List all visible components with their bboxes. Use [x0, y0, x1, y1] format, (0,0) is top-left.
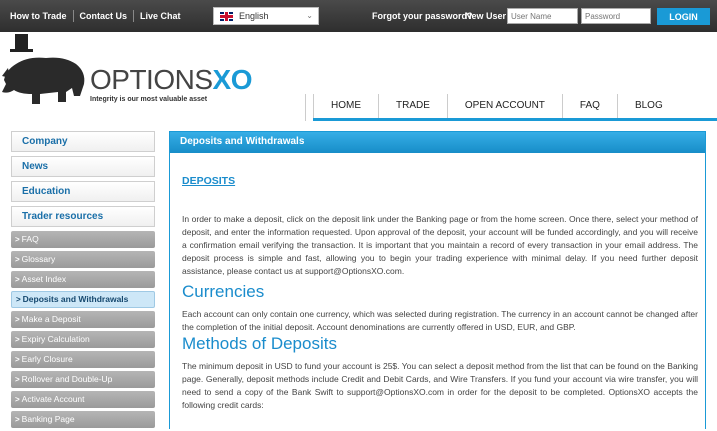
chevron-right-icon: >	[15, 235, 20, 244]
nav-trade[interactable]: TRADE	[378, 94, 447, 118]
sidebar-sub-label: Rollover and Double-Up	[21, 374, 113, 384]
nav-faq[interactable]: FAQ	[561, 94, 617, 118]
sidebar-sub-label: Deposits and Withdrawals	[22, 294, 129, 304]
sidebar-sub-label: Banking Page	[21, 414, 75, 424]
sidebar: Company News Education Trader resources …	[11, 131, 155, 431]
chevron-right-icon: >	[15, 315, 20, 324]
sidebar-sub-rollover[interactable]: > Rollover and Double-Up	[11, 371, 155, 388]
rhino-logo-icon[interactable]	[0, 32, 95, 112]
top-bar: How to Trade Contact Us Live Chat Englis…	[0, 0, 717, 32]
uk-flag-icon	[220, 11, 233, 21]
chevron-right-icon: >	[15, 255, 20, 264]
main-nav: HOME TRADE OPEN ACCOUNT FAQ BLOG	[313, 94, 680, 118]
sidebar-sub-deposits-withdrawals[interactable]: > Deposits and Withdrawals	[11, 291, 155, 308]
nav-blog[interactable]: BLOG	[616, 94, 680, 118]
top-links: How to Trade Contact Us Live Chat	[10, 10, 187, 22]
how-to-trade-link[interactable]: How to Trade	[10, 10, 74, 22]
deposits-text: In order to make a deposit, click on the…	[182, 214, 698, 276]
sidebar-item-education[interactable]: Education	[11, 181, 155, 202]
methods-text: The minimum deposit in USD to fund your …	[182, 361, 698, 410]
sidebar-sub-label: Activate Account	[21, 394, 85, 404]
content-title: Deposits and Withdrawals	[170, 132, 705, 153]
currencies-heading: Currencies	[182, 282, 265, 301]
sidebar-item-trader-resources[interactable]: Trader resources	[11, 206, 155, 227]
login-button[interactable]: LOGIN	[657, 8, 710, 25]
nav-home[interactable]: HOME	[313, 94, 378, 118]
methods-heading: Methods of Deposits	[182, 334, 337, 353]
username-input[interactable]	[507, 8, 578, 24]
nav-underline	[313, 118, 717, 121]
password-input[interactable]	[581, 8, 651, 24]
chevron-right-icon: >	[15, 395, 20, 404]
brand-tagline: Integrity is our most valuable asset	[90, 96, 208, 103]
currencies-text: Each account can only contain one curren…	[182, 309, 698, 332]
sidebar-sub-make-deposit[interactable]: > Make a Deposit	[11, 311, 155, 328]
sidebar-sub-faq[interactable]: > FAQ	[11, 231, 155, 248]
forgot-password-link[interactable]: Forgot your password?	[372, 11, 473, 21]
sidebar-sub-asset-index[interactable]: > Asset Index	[11, 271, 155, 288]
content-panel: Deposits and Withdrawals DEPOSITS In ord…	[169, 131, 706, 429]
brand-name-part1: OPTIONS	[90, 64, 213, 95]
sidebar-sub-label: Make a Deposit	[21, 314, 81, 324]
sidebar-sub-label: Early Closure	[21, 354, 73, 364]
sidebar-item-company[interactable]: Company	[11, 131, 155, 152]
sidebar-sub-label: Expiry Calculation	[21, 334, 90, 344]
chevron-down-icon: ⌄	[306, 11, 313, 20]
language-select[interactable]: English ⌄	[213, 7, 319, 25]
sidebar-sub-early-closure[interactable]: > Early Closure	[11, 351, 155, 368]
new-user-link[interactable]: New User	[465, 11, 506, 21]
sidebar-sub-label: FAQ	[21, 234, 39, 244]
chevron-right-icon: >	[15, 275, 20, 284]
sidebar-sub-expiry-calculation[interactable]: > Expiry Calculation	[11, 331, 155, 348]
brand-name-part2: XO	[212, 64, 253, 95]
live-chat-link[interactable]: Live Chat	[134, 10, 187, 22]
chevron-right-icon: >	[15, 335, 20, 344]
deposits-heading-link[interactable]: DEPOSITS	[182, 175, 235, 187]
sidebar-sub-banking-page[interactable]: > Banking Page	[11, 411, 155, 428]
brand-name: OPTIONSXO	[90, 64, 252, 96]
contact-us-link[interactable]: Contact Us	[74, 10, 135, 22]
sidebar-item-news[interactable]: News	[11, 156, 155, 177]
language-value: English	[239, 11, 269, 21]
chevron-right-icon: >	[15, 355, 20, 364]
sidebar-sub-glossary[interactable]: > Glossary	[11, 251, 155, 268]
chevron-right-icon: >	[15, 415, 20, 424]
chevron-right-icon: >	[16, 295, 21, 304]
nav-open-account[interactable]: OPEN ACCOUNT	[446, 94, 562, 118]
chevron-right-icon: >	[15, 375, 20, 384]
sidebar-sub-label: Glossary	[21, 254, 56, 264]
sidebar-sub-activate-account[interactable]: > Activate Account	[11, 391, 155, 408]
sidebar-sub-label: Asset Index	[21, 274, 67, 284]
